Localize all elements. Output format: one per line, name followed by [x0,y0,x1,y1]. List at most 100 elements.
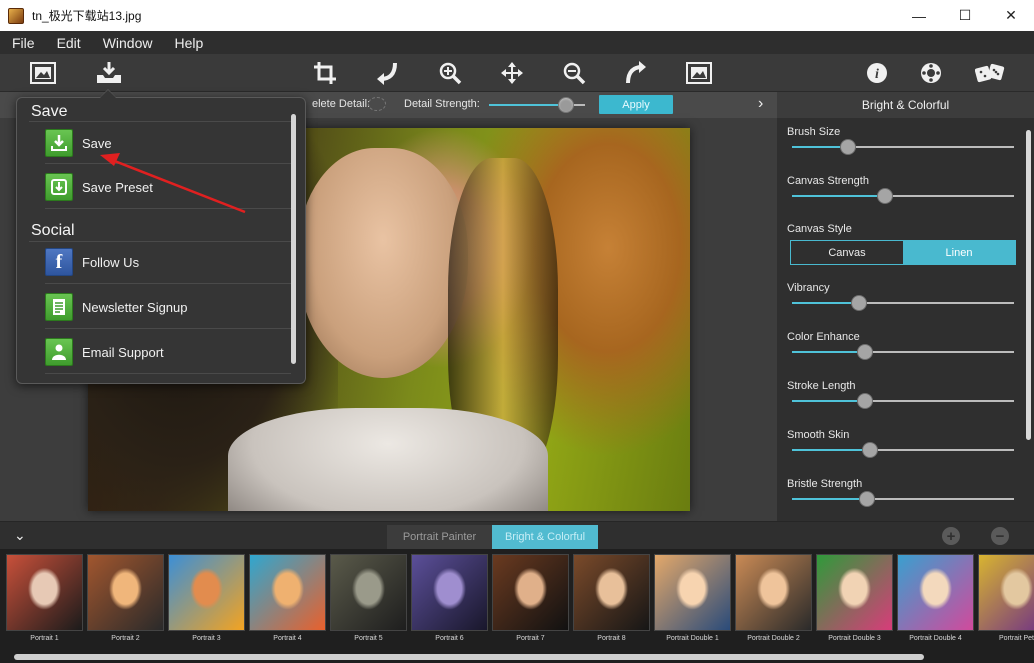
crop-icon[interactable] [310,58,340,88]
thumbnail-image [978,554,1034,631]
window-controls: — ☐ ✕ [896,0,1034,31]
save-section-title: Save [31,103,68,120]
popup-scrollbar[interactable] [291,114,296,364]
preset-thumbnail[interactable]: Portrait 4 [249,554,326,651]
thumbnail-label: Portrait 2 [111,635,140,642]
email-support-label: Email Support [82,344,164,360]
window-title: tn_极光下载站13.jpg [32,9,142,23]
thumbnail-label: Portrait 4 [273,635,302,642]
preset-thumbnail[interactable]: Portrait 6 [411,554,488,651]
preset-thumbnail[interactable]: Portrait 2 [87,554,164,651]
thumbnail-image [168,554,245,631]
thumbnail-image [573,554,650,631]
thumbnail-label: Portrait Pet [998,635,1034,642]
canvas-style-toggle: Canvas Linen [790,240,1016,265]
slider-label: Stroke Length [787,380,856,392]
setting-slider[interactable] [792,393,1014,409]
menu-file[interactable]: File [12,35,35,51]
preset-thumbnail[interactable]: Portrait 3 [168,554,245,651]
email-support-menu-item[interactable]: Email Support [45,333,291,371]
tab-portrait-painter[interactable]: Portrait Painter [387,525,492,549]
move-icon[interactable] [497,58,527,88]
settings-panel: Bright & Colorful Brush Size Canvas Stren… [777,92,1034,521]
preset-thumbnail[interactable]: Portrait 7 [492,554,569,651]
apply-button[interactable]: Apply [599,95,673,114]
slider-label: Brush Size [787,126,841,138]
preset-thumbnail[interactable]: Portrait 5 [330,554,407,651]
thumbnail-label: Portrait 6 [435,635,464,642]
add-style-button[interactable]: + [942,527,960,545]
thumbnail-label: Portrait Double 1 [666,635,719,642]
panel-scrollbar[interactable] [1026,130,1031,440]
chevron-right-icon[interactable]: › [758,95,763,113]
setting-slider[interactable] [792,344,1014,360]
minimize-button[interactable]: — [896,0,942,31]
thumbnail-image [411,554,488,631]
toolbar: i [0,54,1034,92]
thumbnail-label: Portrait Double 4 [909,635,962,642]
detail-strength-slider[interactable] [489,97,585,113]
menu-edit[interactable]: Edit [57,35,81,51]
setting-slider[interactable] [792,491,1014,507]
preset-thumbnail[interactable]: Portrait Double 4 [897,554,974,651]
slider-knob[interactable] [839,139,856,155]
thumbnail-image [735,554,812,631]
social-section-title: Social [31,222,75,239]
slider-knob[interactable] [857,393,874,409]
slider-knob[interactable] [859,491,876,507]
delete-detail-brush-icon[interactable] [368,97,386,111]
preset-thumbnail[interactable]: Portrait Double 1 [654,554,731,651]
canvas-style-linen[interactable]: Linen [903,241,1015,264]
chevron-down-icon[interactable]: ⌄ [14,527,26,544]
fit-image-icon[interactable] [684,58,714,88]
tab-bright-colorful[interactable]: Bright & Colorful [492,525,598,549]
setting-slider[interactable] [792,139,1014,155]
canvas-style-canvas[interactable]: Canvas [791,241,903,264]
maximize-button[interactable]: ☐ [942,0,988,31]
preset-thumbnail[interactable]: Portrait Pet [978,554,1034,651]
slider-knob[interactable] [857,344,874,360]
slider-knob[interactable] [877,188,894,204]
preset-thumbnail[interactable]: Portrait Double 2 [735,554,812,651]
rotate-left-icon[interactable] [372,58,402,88]
menu-help[interactable]: Help [174,35,203,51]
rotate-right-icon[interactable] [621,58,651,88]
image-frame-icon[interactable] [28,58,58,88]
close-button[interactable]: ✕ [988,0,1034,31]
info-icon[interactable]: i [862,58,892,88]
zoom-out-icon[interactable] [559,58,589,88]
preset-thumbnail[interactable]: Portrait 8 [573,554,650,651]
preset-download-icon [45,173,73,201]
setting-slider[interactable] [792,295,1014,311]
slider-knob[interactable] [861,442,878,458]
thumbnail-image [492,554,569,631]
setting-slider[interactable] [792,188,1014,204]
thumbnail-image [330,554,407,631]
remove-style-button[interactable]: − [991,527,1009,545]
thumbnail-label: Portrait 8 [597,635,626,642]
facebook-icon: f [45,248,73,276]
follow-us-menu-item[interactable]: f Follow Us [45,243,291,281]
preset-thumbnail[interactable]: Portrait 1 [6,554,83,651]
title-bar: tn_极光下载站13.jpg — ☐ ✕ [0,0,1034,31]
save-menu-item[interactable]: Save [45,124,291,162]
setting-slider[interactable] [792,442,1014,458]
preset-thumbnail[interactable]: Portrait Double 3 [816,554,893,651]
zoom-in-icon[interactable] [435,58,465,88]
thumbnails-scrollbar[interactable] [14,654,924,660]
detail-strength-knob[interactable] [557,97,574,113]
slider-knob[interactable] [850,295,867,311]
newsletter-menu-item[interactable]: Newsletter Signup [45,288,291,326]
style-tabs-bar: ⌄ Portrait Painter Bright & Colorful + − [0,521,1034,549]
detail-strength-label: Detail Strength: [404,98,480,110]
slider-label: Smooth Skin [787,429,850,441]
preset-thumbnails: Portrait 1 Portrait 2 Portrait 3 Portrait 4… [0,549,1034,663]
follow-us-label: Follow Us [82,254,140,270]
menu-window[interactable]: Window [103,35,153,51]
save-tray-icon[interactable] [94,58,124,88]
thumbnail-image [6,554,83,631]
dice-icon[interactable] [975,58,1005,88]
save-preset-label: Save Preset [82,179,153,195]
settings-icon[interactable] [916,58,946,88]
save-preset-menu-item[interactable]: Save Preset [45,168,291,206]
